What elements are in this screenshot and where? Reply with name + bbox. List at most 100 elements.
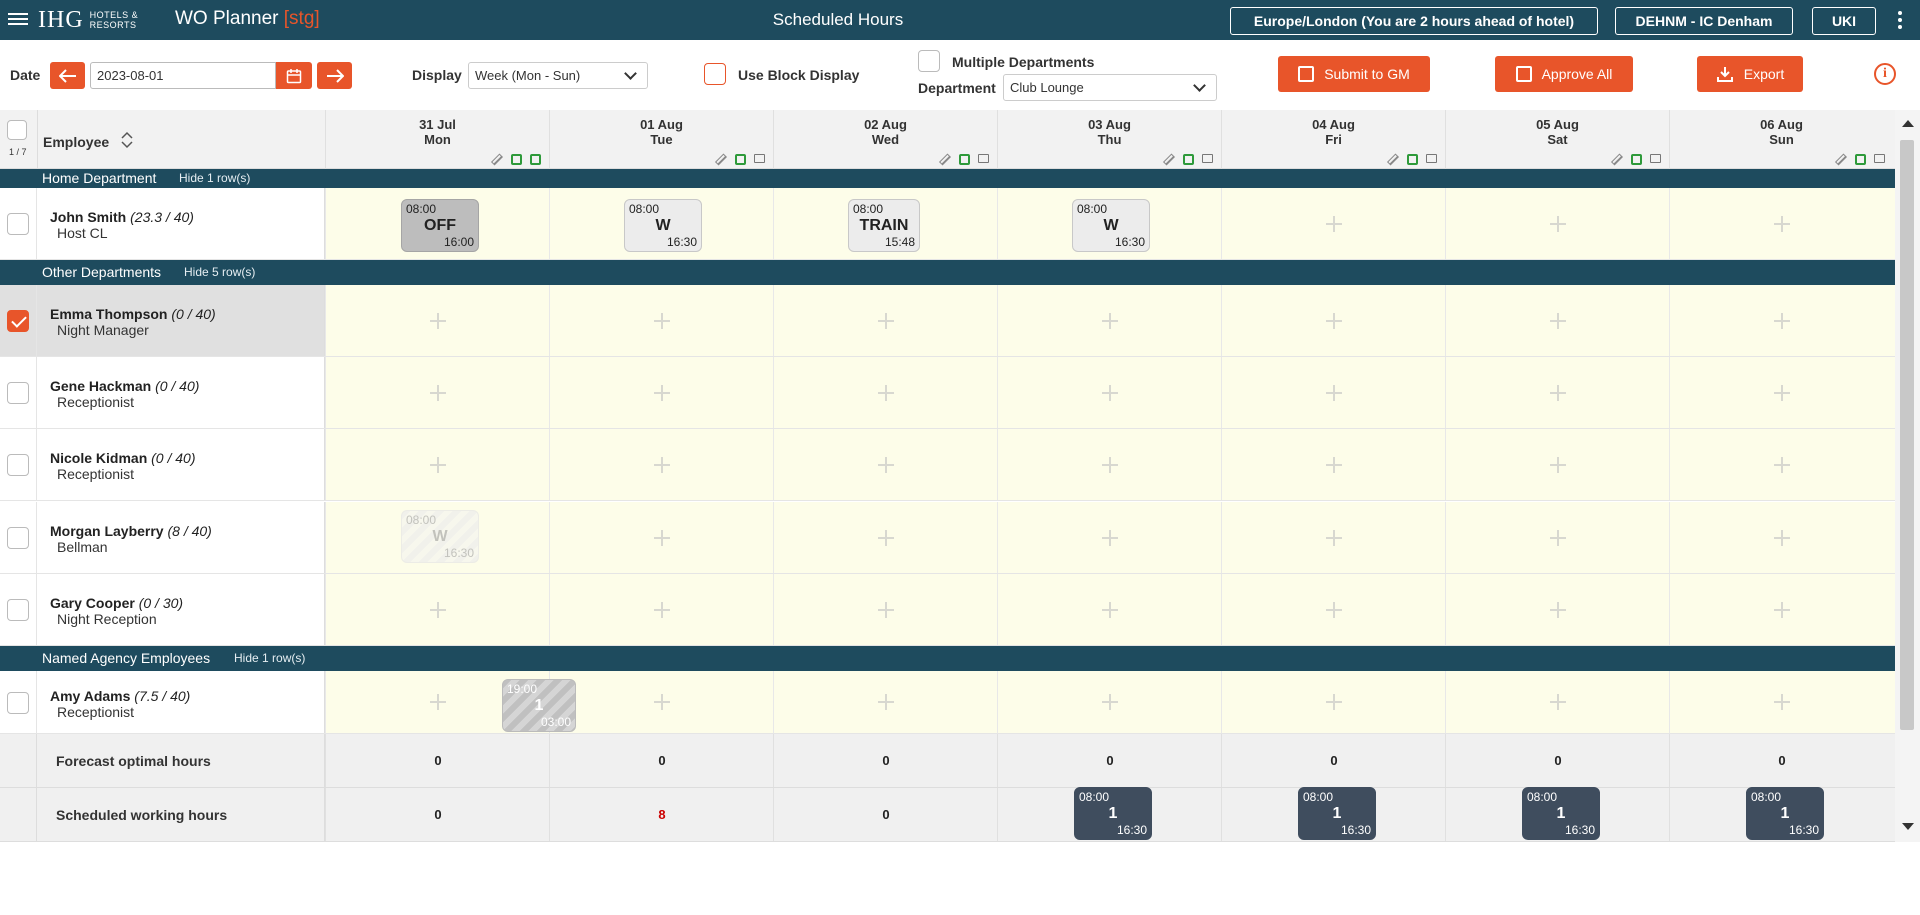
day-cell[interactable] [549, 671, 773, 733]
department-select[interactable]: Club Lounge [1003, 74, 1217, 101]
day-cell[interactable] [1445, 502, 1669, 573]
add-shift-icon[interactable] [877, 529, 894, 546]
next-date-button[interactable] [317, 62, 352, 89]
edit-icon[interactable] [938, 153, 952, 166]
add-shift-icon[interactable] [1773, 694, 1790, 710]
save-icon[interactable] [1183, 154, 1194, 165]
add-shift-icon[interactable] [1101, 312, 1118, 329]
display-icon[interactable] [754, 154, 765, 163]
add-shift-icon[interactable] [877, 384, 894, 401]
day-cell[interactable] [1445, 574, 1669, 645]
add-shift-icon[interactable] [1101, 529, 1118, 546]
add-shift-icon[interactable] [1773, 601, 1790, 618]
day-cell[interactable] [1669, 574, 1893, 645]
add-shift-icon[interactable] [1773, 456, 1790, 473]
add-shift-icon[interactable] [653, 529, 670, 546]
submit-to-gm-button[interactable]: Submit to GM [1278, 56, 1430, 92]
save-icon[interactable] [1407, 154, 1418, 165]
scheduled-shift-block[interactable]: 08:00 1 16:30 [1074, 787, 1152, 840]
employee-name[interactable]: John Smith (23.3 / 40) [50, 209, 194, 225]
employee-name[interactable]: Nicole Kidman (0 / 40) [50, 450, 196, 466]
approve-icon[interactable] [530, 154, 541, 165]
day-cell[interactable] [1669, 188, 1893, 259]
edit-icon[interactable] [1610, 153, 1624, 166]
day-cell[interactable] [1445, 188, 1669, 259]
block-display-checkbox[interactable] [704, 63, 726, 85]
day-cell[interactable] [1445, 285, 1669, 356]
shift-block[interactable]: 08:00 TRAIN 15:48 [848, 199, 920, 252]
display-select[interactable]: Week (Mon - Sun) [468, 62, 648, 89]
more-options-icon[interactable] [1897, 11, 1903, 32]
scroll-thumb[interactable] [1900, 140, 1914, 730]
add-shift-icon[interactable] [877, 312, 894, 329]
edit-icon[interactable] [1162, 153, 1176, 166]
save-icon[interactable] [735, 154, 746, 165]
day-cell[interactable] [773, 357, 997, 428]
employee-name[interactable]: Amy Adams (7.5 / 40) [50, 688, 190, 704]
edit-icon[interactable] [714, 153, 728, 166]
shift-block[interactable]: 08:00 W 16:30 [1072, 199, 1150, 252]
employee-name[interactable]: Gary Cooper (0 / 30) [50, 595, 183, 611]
day-cell[interactable] [773, 285, 997, 356]
add-shift-icon[interactable] [1773, 215, 1790, 232]
day-cell[interactable] [325, 285, 549, 356]
day-cell[interactable] [549, 429, 773, 500]
add-shift-icon[interactable] [653, 456, 670, 473]
save-icon[interactable] [511, 154, 522, 165]
day-cell[interactable] [1221, 502, 1445, 573]
scheduled-shift-block[interactable]: 08:00 1 16:30 [1522, 787, 1600, 840]
add-shift-icon[interactable] [653, 601, 670, 618]
employee-header[interactable]: Employee [37, 110, 325, 169]
sort-icon[interactable] [120, 131, 134, 149]
row-checkbox[interactable] [7, 599, 29, 621]
day-cell[interactable] [997, 574, 1221, 645]
day-cell[interactable] [549, 357, 773, 428]
save-icon[interactable] [1631, 154, 1642, 165]
day-cell[interactable] [1221, 574, 1445, 645]
add-shift-icon[interactable] [877, 694, 894, 710]
day-cell[interactable] [1445, 671, 1669, 733]
add-shift-icon[interactable] [1773, 384, 1790, 401]
day-cell[interactable] [549, 502, 773, 573]
day-cell[interactable] [773, 574, 997, 645]
select-all-checkbox[interactable] [7, 120, 27, 140]
day-cell[interactable] [1445, 429, 1669, 500]
add-shift-icon[interactable] [1549, 215, 1566, 232]
day-cell[interactable] [1669, 285, 1893, 356]
add-shift-icon[interactable] [1549, 384, 1566, 401]
hotel-button[interactable]: DEHNM - IC Denham [1615, 7, 1793, 35]
prev-date-button[interactable] [50, 62, 85, 89]
display-icon[interactable] [1202, 154, 1213, 163]
date-input[interactable]: 2023-08-01 [90, 62, 276, 89]
day-cell[interactable] [549, 574, 773, 645]
scroll-down-icon[interactable] [1902, 823, 1914, 830]
add-shift-icon[interactable] [653, 694, 670, 710]
save-icon[interactable] [1855, 154, 1866, 165]
add-shift-icon[interactable] [1549, 694, 1566, 710]
add-shift-icon[interactable] [1549, 601, 1566, 618]
add-shift-icon[interactable] [1325, 529, 1342, 546]
day-cell[interactable] [1221, 671, 1445, 733]
day-cell[interactable] [1221, 429, 1445, 500]
day-cell[interactable] [1669, 429, 1893, 500]
row-checkbox[interactable] [7, 310, 29, 332]
employee-name[interactable]: Morgan Layberry (8 / 40) [50, 523, 212, 539]
add-shift-icon[interactable] [1101, 384, 1118, 401]
add-shift-icon[interactable] [1101, 694, 1118, 710]
add-shift-icon[interactable] [1325, 312, 1342, 329]
hide-rows-link[interactable]: Hide 1 row(s) [234, 651, 305, 665]
approve-all-button[interactable]: Approve All [1495, 56, 1633, 92]
add-shift-icon[interactable] [1773, 529, 1790, 546]
add-shift-icon[interactable] [653, 312, 670, 329]
edit-icon[interactable] [1386, 153, 1400, 166]
employee-name[interactable]: Gene Hackman (0 / 40) [50, 378, 199, 394]
day-cell[interactable] [1669, 671, 1893, 733]
display-icon[interactable] [978, 154, 989, 163]
display-icon[interactable] [1650, 154, 1661, 163]
save-icon[interactable] [959, 154, 970, 165]
add-shift-icon[interactable] [429, 601, 446, 618]
add-shift-icon[interactable] [1549, 456, 1566, 473]
day-cell[interactable] [325, 429, 549, 500]
shift-block-ghost[interactable]: 08:00 W 16:30 [401, 510, 479, 563]
day-cell[interactable] [997, 671, 1221, 733]
